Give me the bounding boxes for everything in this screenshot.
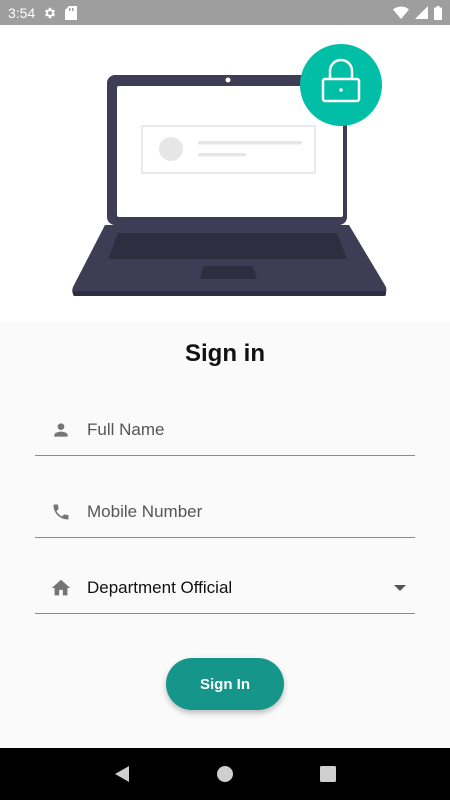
status-right: [393, 5, 442, 20]
wifi-icon: [393, 6, 409, 19]
mobile-number-field[interactable]: Mobile Number: [35, 486, 415, 538]
page-title: Sign in: [185, 340, 265, 367]
dropdown-arrow-icon[interactable]: [393, 584, 407, 592]
home-icon[interactable]: [205, 754, 245, 794]
person-icon: [35, 420, 87, 440]
home-icon: [35, 577, 87, 599]
battery-icon: [434, 5, 442, 20]
laptop-keyboard: [108, 233, 347, 259]
laptop-base-edge: [73, 291, 386, 296]
sd-card-icon: [65, 5, 78, 20]
department-select[interactable]: Department Official: [35, 562, 415, 614]
status-time: 3:54: [8, 4, 36, 21]
status-left: 3:54: [8, 4, 78, 21]
sign-in-button[interactable]: Sign In: [166, 658, 284, 710]
recents-icon[interactable]: [308, 754, 348, 794]
navigation-bar: [0, 748, 450, 800]
screen-card-line: [198, 141, 302, 145]
full-name-placeholder[interactable]: Full Name: [87, 420, 164, 440]
laptop-trackpad: [200, 266, 257, 279]
signal-icon: [415, 6, 428, 19]
settings-icon: [43, 6, 57, 20]
lock-badge: [300, 44, 382, 126]
hero-illustration: [0, 25, 450, 322]
back-icon[interactable]: [102, 754, 142, 794]
department-value: Department Official: [87, 577, 233, 597]
mobile-number-placeholder[interactable]: Mobile Number: [87, 502, 202, 522]
full-name-field[interactable]: Full Name: [35, 404, 415, 456]
laptop-lock-illustration: [72, 44, 387, 296]
screen-card-avatar: [159, 137, 183, 161]
phone-icon: [35, 502, 87, 522]
laptop-camera: [225, 77, 231, 83]
screen-card-line: [198, 153, 246, 157]
status-bar: 3:54: [0, 0, 450, 25]
